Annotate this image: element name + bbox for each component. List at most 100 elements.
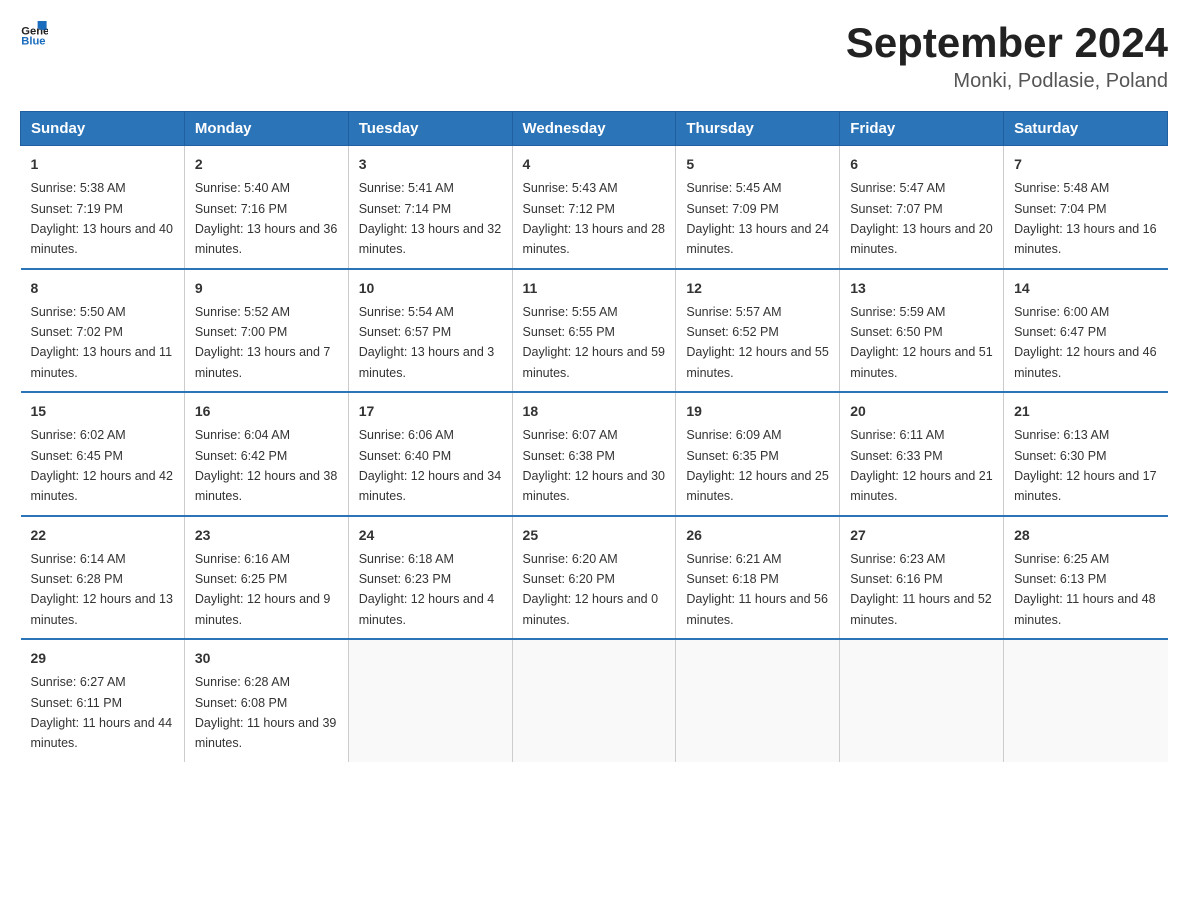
day-info: Sunrise: 6:16 AMSunset: 6:25 PMDaylight:… (195, 552, 331, 627)
header-row: SundayMondayTuesdayWednesdayThursdayFrid… (21, 112, 1168, 146)
day-info: Sunrise: 6:20 AMSunset: 6:20 PMDaylight:… (523, 552, 659, 627)
day-cell: 10 Sunrise: 5:54 AMSunset: 6:57 PMDaylig… (348, 269, 512, 393)
day-cell: 4 Sunrise: 5:43 AMSunset: 7:12 PMDayligh… (512, 146, 676, 269)
day-info: Sunrise: 6:27 AMSunset: 6:11 PMDaylight:… (31, 675, 173, 750)
day-number: 15 (31, 401, 174, 422)
day-info: Sunrise: 6:21 AMSunset: 6:18 PMDaylight:… (686, 552, 828, 627)
header-cell-monday: Monday (184, 112, 348, 146)
logo-graphic: General Blue (20, 20, 48, 53)
day-number: 16 (195, 401, 338, 422)
day-cell: 7 Sunrise: 5:48 AMSunset: 7:04 PMDayligh… (1004, 146, 1168, 269)
day-cell: 23 Sunrise: 6:16 AMSunset: 6:25 PMDaylig… (184, 516, 348, 640)
day-info: Sunrise: 6:18 AMSunset: 6:23 PMDaylight:… (359, 552, 495, 627)
day-number: 23 (195, 525, 338, 546)
day-info: Sunrise: 6:07 AMSunset: 6:38 PMDaylight:… (523, 428, 665, 503)
day-number: 21 (1014, 401, 1157, 422)
day-info: Sunrise: 5:52 AMSunset: 7:00 PMDaylight:… (195, 305, 331, 380)
day-cell: 19 Sunrise: 6:09 AMSunset: 6:35 PMDaylig… (676, 392, 840, 516)
day-number: 24 (359, 525, 502, 546)
day-number: 11 (523, 278, 666, 299)
day-cell: 14 Sunrise: 6:00 AMSunset: 6:47 PMDaylig… (1004, 269, 1168, 393)
header-cell-tuesday: Tuesday (348, 112, 512, 146)
day-cell: 8 Sunrise: 5:50 AMSunset: 7:02 PMDayligh… (21, 269, 185, 393)
day-cell: 9 Sunrise: 5:52 AMSunset: 7:00 PMDayligh… (184, 269, 348, 393)
day-cell (840, 639, 1004, 762)
day-info: Sunrise: 6:09 AMSunset: 6:35 PMDaylight:… (686, 428, 828, 503)
day-cell: 15 Sunrise: 6:02 AMSunset: 6:45 PMDaylig… (21, 392, 185, 516)
week-row-3: 15 Sunrise: 6:02 AMSunset: 6:45 PMDaylig… (21, 392, 1168, 516)
day-info: Sunrise: 5:57 AMSunset: 6:52 PMDaylight:… (686, 305, 828, 380)
day-info: Sunrise: 5:38 AMSunset: 7:19 PMDaylight:… (31, 181, 173, 256)
day-info: Sunrise: 6:11 AMSunset: 6:33 PMDaylight:… (850, 428, 992, 503)
day-number: 9 (195, 278, 338, 299)
day-number: 4 (523, 154, 666, 175)
header-cell-saturday: Saturday (1004, 112, 1168, 146)
day-info: Sunrise: 5:54 AMSunset: 6:57 PMDaylight:… (359, 305, 495, 380)
day-info: Sunrise: 5:59 AMSunset: 6:50 PMDaylight:… (850, 305, 992, 380)
day-cell: 16 Sunrise: 6:04 AMSunset: 6:42 PMDaylig… (184, 392, 348, 516)
day-number: 10 (359, 278, 502, 299)
week-row-1: 1 Sunrise: 5:38 AMSunset: 7:19 PMDayligh… (21, 146, 1168, 269)
day-info: Sunrise: 6:28 AMSunset: 6:08 PMDaylight:… (195, 675, 337, 750)
day-number: 25 (523, 525, 666, 546)
day-cell: 3 Sunrise: 5:41 AMSunset: 7:14 PMDayligh… (348, 146, 512, 269)
day-cell (348, 639, 512, 762)
day-number: 12 (686, 278, 829, 299)
svg-text:Blue: Blue (21, 35, 45, 47)
day-cell: 21 Sunrise: 6:13 AMSunset: 6:30 PMDaylig… (1004, 392, 1168, 516)
day-number: 22 (31, 525, 174, 546)
day-number: 8 (31, 278, 174, 299)
day-cell (676, 639, 840, 762)
day-cell (512, 639, 676, 762)
day-number: 29 (31, 648, 174, 669)
day-info: Sunrise: 5:40 AMSunset: 7:16 PMDaylight:… (195, 181, 337, 256)
day-info: Sunrise: 6:00 AMSunset: 6:47 PMDaylight:… (1014, 305, 1156, 380)
day-cell: 18 Sunrise: 6:07 AMSunset: 6:38 PMDaylig… (512, 392, 676, 516)
logo: General Blue (20, 20, 48, 53)
day-cell: 20 Sunrise: 6:11 AMSunset: 6:33 PMDaylig… (840, 392, 1004, 516)
day-number: 13 (850, 278, 993, 299)
header-cell-friday: Friday (840, 112, 1004, 146)
day-number: 3 (359, 154, 502, 175)
day-number: 26 (686, 525, 829, 546)
title-area: September 2024 Monki, Podlasie, Poland (846, 20, 1168, 93)
day-info: Sunrise: 5:48 AMSunset: 7:04 PMDaylight:… (1014, 181, 1156, 256)
day-info: Sunrise: 6:14 AMSunset: 6:28 PMDaylight:… (31, 552, 173, 627)
day-number: 19 (686, 401, 829, 422)
day-cell (1004, 639, 1168, 762)
day-info: Sunrise: 6:06 AMSunset: 6:40 PMDaylight:… (359, 428, 501, 503)
day-cell: 24 Sunrise: 6:18 AMSunset: 6:23 PMDaylig… (348, 516, 512, 640)
header-cell-wednesday: Wednesday (512, 112, 676, 146)
day-number: 14 (1014, 278, 1157, 299)
day-cell: 1 Sunrise: 5:38 AMSunset: 7:19 PMDayligh… (21, 146, 185, 269)
day-cell: 22 Sunrise: 6:14 AMSunset: 6:28 PMDaylig… (21, 516, 185, 640)
day-cell: 27 Sunrise: 6:23 AMSunset: 6:16 PMDaylig… (840, 516, 1004, 640)
header-cell-thursday: Thursday (676, 112, 840, 146)
day-info: Sunrise: 5:55 AMSunset: 6:55 PMDaylight:… (523, 305, 665, 380)
day-cell: 5 Sunrise: 5:45 AMSunset: 7:09 PMDayligh… (676, 146, 840, 269)
day-number: 20 (850, 401, 993, 422)
week-row-2: 8 Sunrise: 5:50 AMSunset: 7:02 PMDayligh… (21, 269, 1168, 393)
week-row-4: 22 Sunrise: 6:14 AMSunset: 6:28 PMDaylig… (21, 516, 1168, 640)
day-number: 2 (195, 154, 338, 175)
calendar-table: SundayMondayTuesdayWednesdayThursdayFrid… (20, 111, 1168, 762)
day-number: 18 (523, 401, 666, 422)
day-cell: 13 Sunrise: 5:59 AMSunset: 6:50 PMDaylig… (840, 269, 1004, 393)
day-info: Sunrise: 5:50 AMSunset: 7:02 PMDaylight:… (31, 305, 173, 380)
day-number: 28 (1014, 525, 1157, 546)
sub-title: Monki, Podlasie, Poland (846, 70, 1168, 93)
day-info: Sunrise: 5:43 AMSunset: 7:12 PMDaylight:… (523, 181, 665, 256)
header: General Blue September 2024 Monki, Podla… (20, 20, 1168, 93)
day-number: 17 (359, 401, 502, 422)
day-cell: 11 Sunrise: 5:55 AMSunset: 6:55 PMDaylig… (512, 269, 676, 393)
day-info: Sunrise: 5:47 AMSunset: 7:07 PMDaylight:… (850, 181, 992, 256)
day-info: Sunrise: 6:02 AMSunset: 6:45 PMDaylight:… (31, 428, 173, 503)
day-cell: 25 Sunrise: 6:20 AMSunset: 6:20 PMDaylig… (512, 516, 676, 640)
day-number: 1 (31, 154, 174, 175)
week-row-5: 29 Sunrise: 6:27 AMSunset: 6:11 PMDaylig… (21, 639, 1168, 762)
day-cell: 29 Sunrise: 6:27 AMSunset: 6:11 PMDaylig… (21, 639, 185, 762)
header-cell-sunday: Sunday (21, 112, 185, 146)
day-cell: 12 Sunrise: 5:57 AMSunset: 6:52 PMDaylig… (676, 269, 840, 393)
day-cell: 6 Sunrise: 5:47 AMSunset: 7:07 PMDayligh… (840, 146, 1004, 269)
day-number: 6 (850, 154, 993, 175)
